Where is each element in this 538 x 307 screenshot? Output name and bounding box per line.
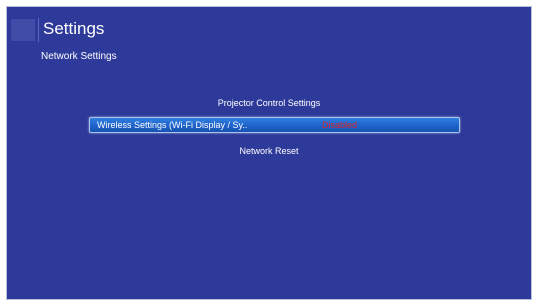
menu-item-projector-control-settings[interactable]: Projector Control Settings: [7, 97, 531, 109]
menu-item-wireless-settings[interactable]: Wireless Settings (Wi-Fi Display / Sy.. …: [89, 117, 460, 133]
projector-settings-screen: Settings Network Settings Projector Cont…: [6, 6, 532, 300]
menu-item-label: Wireless Settings (Wi-Fi Display / Sy..: [97, 120, 248, 130]
wireless-status-value: Disabled: [322, 120, 358, 130]
menu-item-network-reset[interactable]: Network Reset: [7, 145, 531, 157]
menu-item-label: Network Reset: [239, 146, 299, 156]
menu-item-label: Projector Control Settings: [217, 98, 321, 108]
settings-menu: Projector Control Settings Wireless Sett…: [7, 7, 531, 299]
